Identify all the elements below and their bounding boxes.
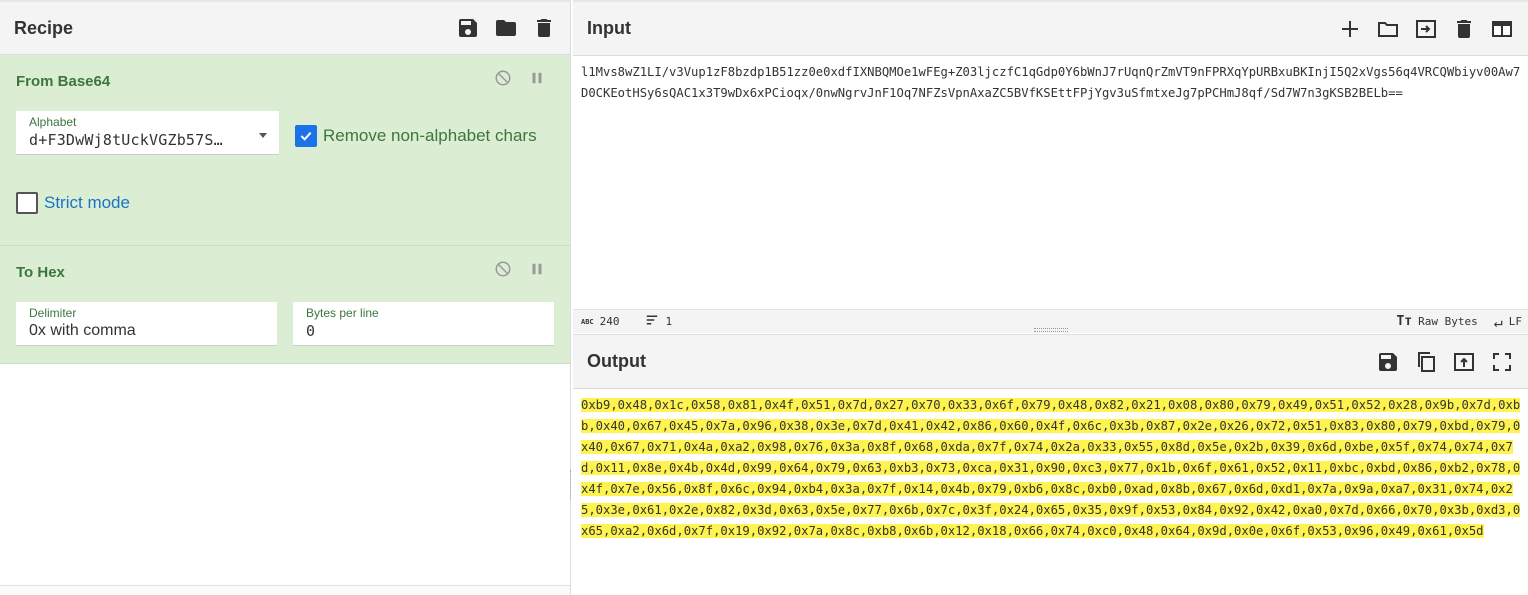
remove-non-alphabet-label: Remove non-alphabet chars — [323, 126, 537, 145]
encoding-selector[interactable]: Tт Raw Bytes — [1396, 314, 1477, 329]
input-header: Input — [573, 2, 1528, 56]
output-textarea[interactable]: 0xb9,0x48,0x1c,0x58,0x81,0x4f,0x51,0x7d,… — [581, 395, 1521, 542]
add-tab-icon[interactable] — [1338, 17, 1362, 41]
text-size-icon: Tт — [1396, 314, 1413, 329]
layout-icon[interactable] — [1490, 17, 1514, 41]
strict-mode-label: Strict mode — [44, 193, 130, 212]
operation-from-base64[interactable]: From Base64 Alphabet d+F3DwWj8tUckVGZb57… — [0, 55, 570, 246]
abc-icon: ABC — [581, 317, 594, 326]
pause-icon[interactable] — [528, 260, 546, 278]
operation-title: To Hex — [16, 264, 65, 281]
delimiter-label: Delimiter — [29, 306, 77, 320]
folder-icon[interactable] — [494, 16, 518, 40]
disable-icon[interactable] — [494, 260, 512, 278]
lines-indicator: 1 — [644, 314, 673, 329]
bytes-per-line-value: 0 — [306, 322, 316, 340]
io-resize-handle[interactable] — [1034, 328, 1068, 332]
open-folder-icon[interactable] — [1376, 17, 1400, 41]
replace-input-icon[interactable] — [1452, 350, 1476, 374]
disable-icon[interactable] — [494, 69, 512, 87]
trash-icon[interactable] — [1452, 17, 1476, 41]
eol-selector[interactable]: ↵ LF — [1494, 313, 1522, 331]
maximize-icon[interactable] — [1490, 350, 1514, 374]
bytes-per-line-input[interactable]: Bytes per line 0 — [293, 302, 554, 346]
chevron-down-icon — [259, 133, 267, 138]
delimiter-select[interactable]: Delimiter 0x with comma — [16, 302, 277, 346]
lines-value: 1 — [665, 315, 673, 328]
alphabet-label: Alphabet — [29, 115, 77, 129]
remove-non-alphabet-checkbox[interactable]: Remove non-alphabet chars — [295, 125, 537, 147]
input-textarea[interactable]: l1Mvs8wZ1LI/v3Vup1zF8bzdp1B51zz0e0xdfIXN… — [581, 62, 1521, 104]
cyberchef-app: Recipe From Base64 Alphabet d+F3DwWj8tUc… — [0, 0, 1528, 595]
pause-icon[interactable] — [528, 69, 546, 87]
alphabet-value: d+F3DwWj8tUckVGZb57S… — [29, 131, 223, 149]
alphabet-select[interactable]: Alphabet d+F3DwWj8tUckVGZb57S… — [16, 111, 279, 155]
delimiter-value: 0x with comma — [29, 322, 136, 339]
output-title: Output — [587, 351, 646, 371]
eol-value: LF — [1508, 315, 1522, 328]
bytes-per-line-label: Bytes per line — [306, 306, 379, 320]
recipe-header: Recipe — [0, 2, 570, 55]
load-file-icon[interactable] — [1414, 17, 1438, 41]
output-text-highlighted: 0xb9,0x48,0x1c,0x58,0x81,0x4f,0x51,0x7d,… — [581, 398, 1521, 538]
save-icon[interactable] — [456, 16, 480, 40]
save-icon[interactable] — [1376, 350, 1400, 374]
return-icon: ↵ — [1493, 312, 1503, 331]
copy-icon[interactable] — [1414, 350, 1438, 374]
checkbox-checked-icon[interactable] — [295, 125, 317, 147]
recipe-pane: Recipe From Base64 Alphabet d+F3DwWj8tUc… — [0, 0, 571, 595]
operation-to-hex[interactable]: To Hex Delimiter 0x with comma Bytes per… — [0, 246, 570, 364]
output-pane: Output 0xb9,0x48,0x1c,0x58,0x81,0x4f,0x5… — [573, 334, 1528, 595]
output-header: Output — [573, 335, 1528, 389]
operation-title: From Base64 — [16, 73, 111, 90]
recipe-title: Recipe — [14, 17, 74, 38]
trash-icon[interactable] — [532, 16, 556, 40]
length-value: 240 — [599, 315, 620, 328]
encoding-value: Raw Bytes — [1418, 315, 1478, 328]
length-indicator: ABC 240 — [581, 315, 620, 328]
lines-icon — [644, 314, 660, 329]
input-pane: Input l1Mvs8wZ1LI/v3Vup1zF8bzdp1B51zz0e0… — [573, 0, 1528, 333]
checkbox-empty-icon[interactable] — [16, 192, 38, 214]
input-title: Input — [587, 18, 631, 38]
strict-mode-checkbox[interactable]: Strict mode — [16, 192, 130, 214]
recipe-footer — [0, 585, 570, 595]
